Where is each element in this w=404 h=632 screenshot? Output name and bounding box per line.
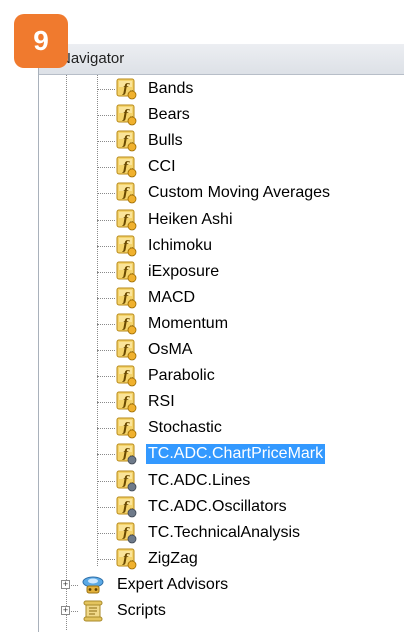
indicator-item[interactable]: fx Parabolic [39,363,399,389]
tree-branch-line [97,193,115,195]
indicator-label: CCI [148,158,176,176]
indicator-item[interactable]: fx Bulls [39,128,399,154]
indicator-label: Momentum [148,314,229,332]
tree-group-expert-advisors[interactable]: + Expert Advisors [39,572,399,598]
expand-toggle-icon[interactable]: + [61,606,70,615]
tree-branch-line [97,323,115,325]
indicator-label: Bears [148,106,190,124]
tree-branch-line [97,141,115,143]
indicator-item[interactable]: fx TC.ADC.Lines [39,468,399,494]
indicator-icon: fx [116,156,138,178]
indicator-label: Bulls [148,132,183,150]
indicator-icon: fx [116,104,138,126]
indicator-label: Custom Moving Averages [148,184,331,202]
indicator-icon: fx [116,548,138,570]
indicator-label: TC.TechnicalAnalysis [148,523,301,541]
tree-group-label: Scripts [117,602,166,619]
tree-branch-line [97,89,115,90]
navigator-tree: fxBandsfxBearsfxBullsfxCCIfxCustom Movin… [39,75,404,632]
tree-branch-line [97,115,115,117]
tree-branch-line [97,558,115,560]
indicator-item[interactable]: fx OsMA [39,337,399,363]
tree-branch-line [97,297,115,299]
indicator-label: iExposure [148,262,220,280]
indicator-item[interactable]: fx MACD [39,285,399,311]
indicator-label: Stochastic [148,419,222,437]
indicator-icon: fx [116,182,138,204]
indicator-item[interactable]: fx TC.ADC.ChartPriceMark [39,441,399,467]
indicator-icon: fx [116,365,138,387]
tree-branch-line [97,167,115,169]
tree-branch-line [97,402,115,404]
indicator-item[interactable]: fx Bands [39,76,399,102]
indicator-icon: fx [116,417,138,439]
indicator-item[interactable]: fx RSI [39,389,399,415]
indicator-icon: fx [116,235,138,257]
tree-branch-line [97,271,115,273]
indicator-item[interactable]: fx Ichimoku [39,233,399,259]
tree-branch-line [97,480,115,482]
indicator-icon: fx [116,339,138,361]
indicator-item[interactable]: fx TC.TechnicalAnalysis [39,520,399,546]
indicator-icon: fx [116,130,138,152]
expert-advisors-icon [81,573,105,597]
indicator-item[interactable]: fx ZigZag [39,546,399,572]
tree-branch-line [97,454,115,456]
indicator-label: Heiken Ashi [148,210,233,228]
indicator-item[interactable]: fx iExposure [39,259,399,285]
tree-branch-line [97,532,115,534]
custom-indicator-icon: fx [116,443,138,465]
indicator-label: OsMA [148,341,193,358]
tree-branch-line [97,219,115,221]
navigator-title: Navigator [60,50,125,67]
indicator-icon: fx [116,313,138,335]
custom-indicator-icon: fx [116,496,138,518]
indicator-icon: fx [116,287,138,309]
indicator-label: TC.ADC.Oscillators [148,497,287,515]
indicator-label: RSI [148,393,175,411]
tree-branch-line [97,376,115,378]
indicator-item[interactable]: fx Stochastic [39,415,399,441]
indicator-item[interactable]: fx Custom Moving Averages [39,180,399,206]
tree-group-scripts[interactable]: + Scripts [39,598,399,624]
custom-indicator-icon: fx [116,522,138,544]
indicator-item[interactable]: fx Heiken Ashi [39,207,399,233]
navigator-titlebar[interactable]: Navigator [39,44,404,75]
indicator-item[interactable]: fx Bears [39,102,399,128]
indicator-label: TC.ADC.ChartPriceMark [146,444,326,465]
indicator-icon: fx [116,261,138,283]
indicator-label: Bands [148,80,194,97]
tree-branch-line [97,245,115,247]
indicator-item[interactable]: fx CCI [39,154,399,180]
custom-indicator-icon: fx [116,470,138,492]
indicator-label: MACD [148,288,196,306]
indicator-item[interactable]: fx Momentum [39,311,399,337]
tree-branch-line [97,506,115,508]
indicator-icon: fx [116,391,138,413]
tree-branch-line [97,428,115,430]
scripts-icon [81,599,105,623]
tree-branch-line [97,350,115,351]
step-badge: 9 [14,14,68,68]
indicator-icon: fx [116,209,138,231]
indicator-icon: fx [116,78,138,100]
indicator-item[interactable]: fx TC.ADC.Oscillators [39,494,399,520]
tree-group-label: Expert Advisors [117,575,229,593]
indicator-label: ZigZag [148,549,198,567]
indicator-label: Parabolic [148,367,215,385]
expand-toggle-icon[interactable]: + [61,579,70,589]
navigator-panel: Navigator fxBandsfxBearsfxBullsfxCCIfxCu… [38,44,404,632]
indicator-label: TC.ADC.Lines [148,471,251,489]
indicator-label: Ichimoku [148,236,213,254]
